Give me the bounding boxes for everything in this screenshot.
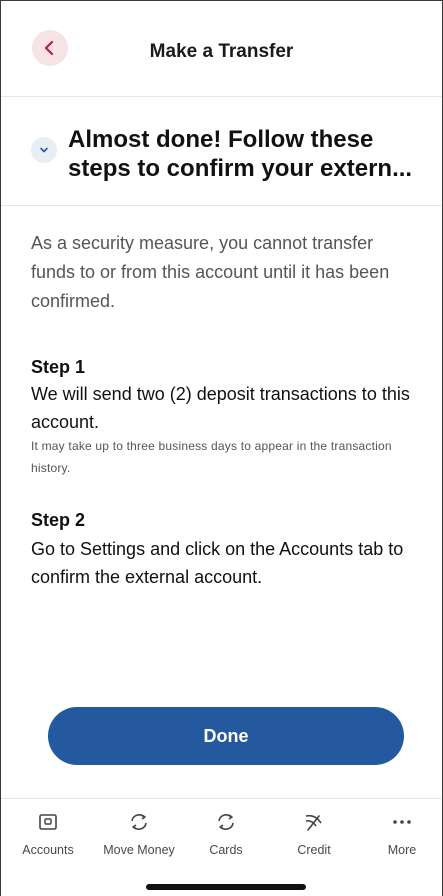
tab-label: Move Money <box>103 843 175 857</box>
move-money-icon <box>131 814 147 830</box>
home-indicator <box>146 884 306 890</box>
more-icon <box>393 820 411 824</box>
tab-label: Accounts <box>22 843 74 857</box>
tab-accounts[interactable]: Accounts <box>3 809 93 857</box>
expand-toggle[interactable] <box>31 137 57 163</box>
done-button[interactable]: Done <box>48 707 404 765</box>
step-2-heading: Step 2 <box>31 510 86 530</box>
cards-icon <box>218 814 234 830</box>
tab-cards[interactable]: Cards <box>181 809 271 857</box>
tab-credit[interactable]: Credit <box>269 809 359 857</box>
chevron-down-icon <box>40 147 48 153</box>
top-bar: Make a Transfer <box>1 1 442 97</box>
step-1-heading: Step 1 <box>31 357 86 377</box>
security-message: As a security measure, you cannot transf… <box>31 233 390 311</box>
bottom-nav: Accounts Move Money Cards Credit More <box>1 798 442 896</box>
tab-move-money[interactable]: Move Money <box>94 809 184 857</box>
tab-label: More <box>387 843 417 857</box>
banner-title: Almost done! Follow these steps to confi… <box>68 126 413 182</box>
accounts-icon <box>39 814 57 830</box>
step-1-note: It may take up to three business days to… <box>31 439 392 475</box>
tab-label: Cards <box>209 843 243 857</box>
tab-label: Credit <box>297 843 331 857</box>
page-title: Make a Transfer <box>149 41 294 62</box>
credit-icon <box>305 814 322 831</box>
tab-more[interactable]: More <box>357 809 443 857</box>
step-2-text: Go to Settings and click on the Accounts… <box>31 539 404 587</box>
app-screen: Make a Transfer Almost done! Follow thes… <box>0 0 443 896</box>
step-1-text: We will send two (2) deposit transaction… <box>31 384 410 432</box>
